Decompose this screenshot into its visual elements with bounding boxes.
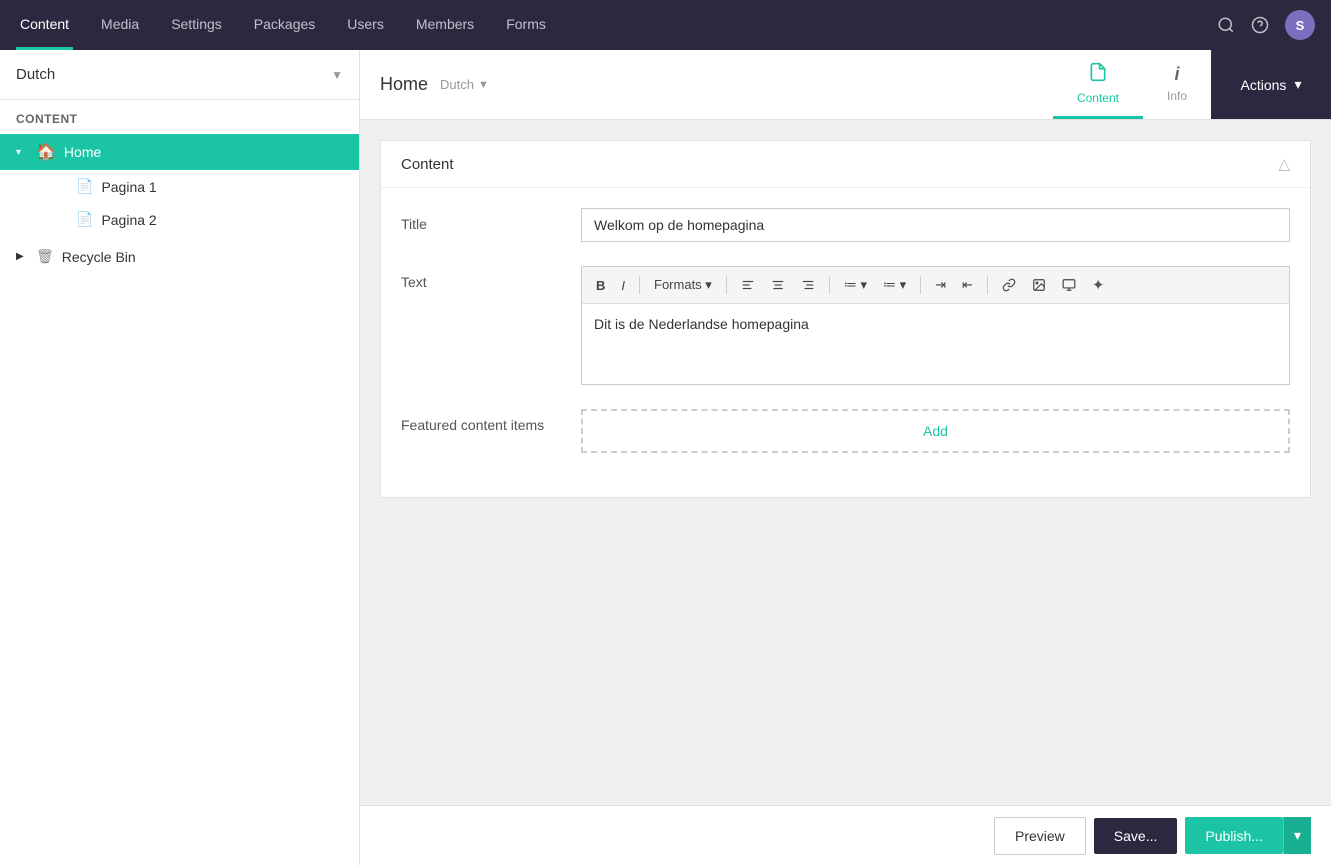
- title-label: Title: [401, 208, 561, 232]
- rte-align-center-button[interactable]: [765, 275, 791, 295]
- tree-item-recycle-bin[interactable]: ▶ 🗑 Recycle Bin: [0, 240, 359, 273]
- content-tab-icon: [1088, 62, 1108, 87]
- rte-image-button[interactable]: [1026, 275, 1052, 295]
- language-selector[interactable]: Dutch ▼: [0, 50, 359, 100]
- rte-indent-button[interactable]: ⇥: [929, 274, 952, 296]
- rte-formats-button[interactable]: Formats ▾: [648, 274, 718, 296]
- rte-field: B I Formats ▾: [581, 266, 1290, 385]
- rte-separator-4: [920, 276, 921, 294]
- main-layout: Dutch ▼ Content ▾ 🏠 Home ▶ 📄 Pagina 1: [0, 50, 1331, 865]
- featured-field-row: Featured content items Add: [401, 409, 1290, 453]
- content-panel: Content △ Title Text: [380, 140, 1311, 498]
- nav-item-settings[interactable]: Settings: [167, 0, 226, 50]
- publish-group: Publish... ▾: [1185, 817, 1311, 854]
- rich-text-editor: B I Formats ▾: [581, 266, 1290, 385]
- rte-ol-button[interactable]: ≔ ▾: [877, 274, 912, 296]
- nav-item-members[interactable]: Members: [412, 0, 478, 50]
- home-icon: 🏠: [36, 142, 56, 162]
- search-button[interactable]: [1217, 16, 1235, 34]
- tree-arrow-recycle-icon: ▶: [16, 251, 28, 262]
- publish-split-chevron-icon: ▾: [1294, 827, 1301, 843]
- add-button[interactable]: Add: [581, 409, 1290, 453]
- preview-button[interactable]: Preview: [994, 817, 1086, 855]
- tree-item-pagina1[interactable]: ▶ 📄 Pagina 1: [40, 170, 359, 203]
- info-tab-icon: i: [1174, 64, 1179, 85]
- tree-arrow-icon: ▾: [16, 147, 28, 158]
- content-body: Content △ Title Text: [360, 120, 1331, 805]
- sidebar-tree: ▾ 🏠 Home ▶ 📄 Pagina 1 ▶ 📄 Pagina 2: [0, 134, 359, 865]
- featured-field: Add: [581, 409, 1290, 453]
- page-icon-pagina1: 📄: [76, 178, 93, 195]
- content-area: Home Dutch ▼ Content i: [360, 50, 1331, 865]
- rte-align-left-button[interactable]: [735, 275, 761, 295]
- header-tabs: Content i Info Actions ▾: [1053, 50, 1331, 119]
- rte-separator-2: [726, 276, 727, 294]
- rte-content-area[interactable]: Dit is de Nederlandse homepagina: [582, 304, 1289, 384]
- content-panel-header: Content △: [381, 141, 1310, 188]
- page-icon-pagina2: 📄: [76, 211, 93, 228]
- top-navigation: Content Media Settings Packages Users Me…: [0, 0, 1331, 50]
- actions-button[interactable]: Actions ▾: [1211, 50, 1331, 119]
- sidebar-section-label: Content: [0, 100, 359, 134]
- rte-separator-5: [987, 276, 988, 294]
- nav-item-forms[interactable]: Forms: [502, 0, 550, 50]
- header-lang-badge: Dutch ▼: [440, 77, 489, 92]
- text-field-row: Text B I Formats ▾: [401, 266, 1290, 385]
- rte-toolbar: B I Formats ▾: [582, 267, 1289, 304]
- rte-bold-button[interactable]: B: [590, 275, 611, 296]
- content-panel-body: Title Text B I: [381, 188, 1310, 497]
- tree-item-pagina2[interactable]: ▶ 📄 Pagina 2: [40, 203, 359, 236]
- tree-child-pagina2: ▶ 📄 Pagina 2: [0, 203, 359, 236]
- rte-separator-1: [639, 276, 640, 294]
- publish-split-button[interactable]: ▾: [1283, 817, 1311, 854]
- lang-chevron-icon: ▼: [478, 79, 489, 91]
- save-button[interactable]: Save...: [1094, 818, 1178, 854]
- title-input[interactable]: [581, 208, 1290, 242]
- language-chevron-icon: ▼: [331, 68, 343, 82]
- sidebar: Dutch ▼ Content ▾ 🏠 Home ▶ 📄 Pagina 1: [0, 50, 360, 865]
- rte-link-button[interactable]: [996, 275, 1022, 295]
- rte-ul-button[interactable]: ≔ ▾: [838, 274, 873, 296]
- nav-item-packages[interactable]: Packages: [250, 0, 319, 50]
- tab-info[interactable]: i Info: [1143, 50, 1211, 119]
- content-footer: Preview Save... Publish... ▾: [360, 805, 1331, 865]
- title-field-row: Title: [401, 208, 1290, 242]
- rte-align-right-button[interactable]: [795, 275, 821, 295]
- rte-italic-button[interactable]: I: [615, 275, 631, 296]
- collapse-icon[interactable]: △: [1278, 155, 1290, 173]
- rte-source-button[interactable]: ✦: [1086, 273, 1111, 297]
- title-field: [581, 208, 1290, 242]
- rte-media-button[interactable]: [1056, 275, 1082, 295]
- nav-item-users[interactable]: Users: [343, 0, 388, 50]
- rte-separator-3: [829, 276, 830, 294]
- featured-label: Featured content items: [401, 409, 561, 433]
- nav-right-actions: S: [1217, 10, 1315, 40]
- tree-child-pagina1: ▶ 📄 Pagina 1: [0, 170, 359, 203]
- breadcrumb: Home Dutch ▼: [360, 50, 1053, 119]
- content-header: Home Dutch ▼ Content i: [360, 50, 1331, 120]
- nav-item-content[interactable]: Content: [16, 0, 73, 50]
- text-label: Text: [401, 266, 561, 290]
- nav-item-media[interactable]: Media: [97, 0, 143, 50]
- rte-outdent-button[interactable]: ⇤: [956, 274, 979, 296]
- recycle-bin-icon: 🗑: [36, 248, 54, 265]
- tree-item-home[interactable]: ▾ 🏠 Home: [0, 134, 359, 170]
- tab-content[interactable]: Content: [1053, 50, 1143, 119]
- help-button[interactable]: [1251, 16, 1269, 34]
- user-avatar[interactable]: S: [1285, 10, 1315, 40]
- actions-chevron-icon: ▾: [1294, 76, 1301, 93]
- publish-button[interactable]: Publish...: [1185, 817, 1283, 854]
